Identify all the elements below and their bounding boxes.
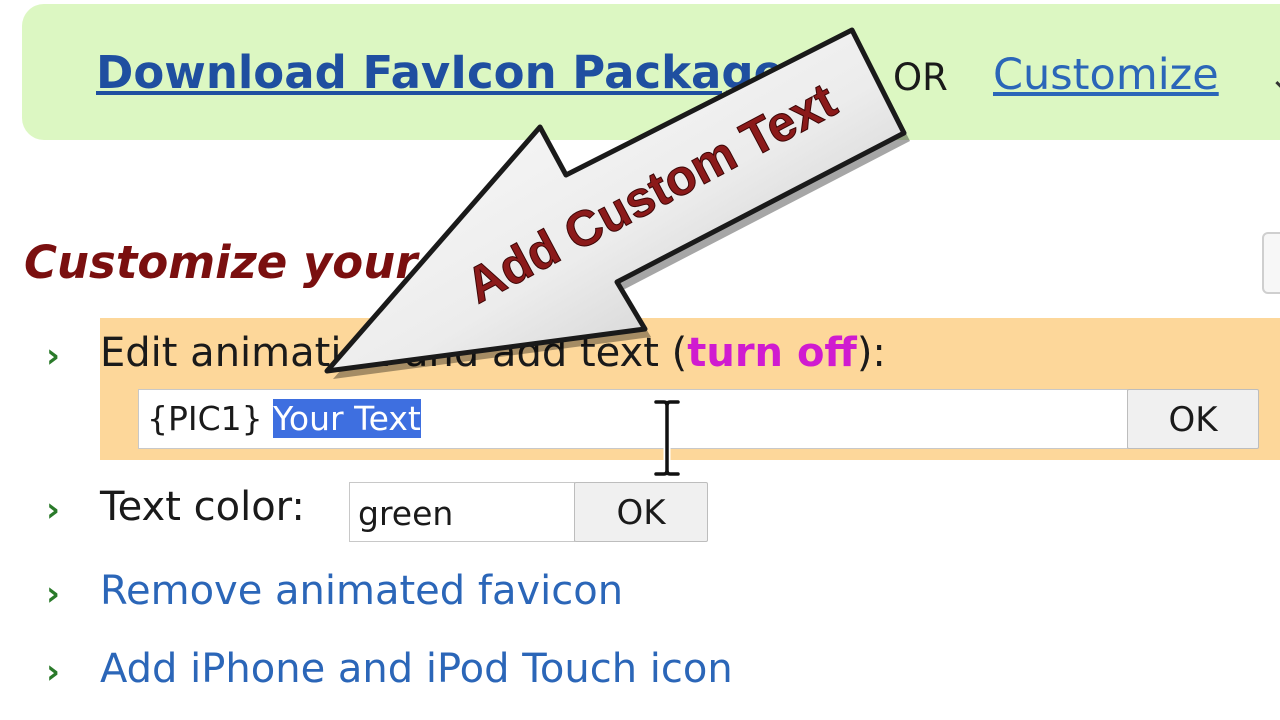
- turn-off-link[interactable]: turn off: [687, 330, 857, 376]
- down-arrow-icon: ↓: [1268, 58, 1280, 99]
- text-color-ok-button[interactable]: OK: [574, 482, 708, 542]
- chevron-right-icon: ›: [46, 490, 61, 530]
- chevron-right-icon: ›: [46, 652, 61, 692]
- animation-text-input[interactable]: {PIC1} Your Text: [138, 389, 1128, 449]
- side-panel-edge[interactable]: [1262, 232, 1280, 294]
- or-label: OR: [893, 56, 948, 99]
- text-cursor-icon: [652, 398, 682, 478]
- edit-animation-label-text: Edit animation and add text (: [100, 330, 688, 376]
- text-color-label: Text color:: [100, 484, 305, 530]
- chevron-right-icon: ›: [46, 336, 61, 376]
- input-selected-text: Your Text: [273, 399, 421, 438]
- download-favicon-package-link[interactable]: Download FavIcon Package: [96, 46, 784, 99]
- customize-heading: Customize your favicon:: [24, 236, 636, 289]
- remove-animated-favicon-link[interactable]: Remove animated favicon: [100, 568, 623, 614]
- text-color-input[interactable]: green: [349, 482, 575, 542]
- input-prefix: {PIC1}: [147, 399, 274, 438]
- add-iphone-icon-link[interactable]: Add iPhone and iPod Touch icon: [100, 646, 733, 692]
- chevron-right-icon: ›: [46, 574, 61, 614]
- screen: Download FavIcon Package OR Customize ↓ …: [0, 0, 1280, 720]
- edit-animation-label-end: ):: [856, 330, 886, 376]
- customize-link[interactable]: Customize: [993, 50, 1219, 100]
- animation-ok-button[interactable]: OK: [1127, 389, 1259, 449]
- edit-animation-label: Edit animation and add text (turn off):: [100, 330, 886, 376]
